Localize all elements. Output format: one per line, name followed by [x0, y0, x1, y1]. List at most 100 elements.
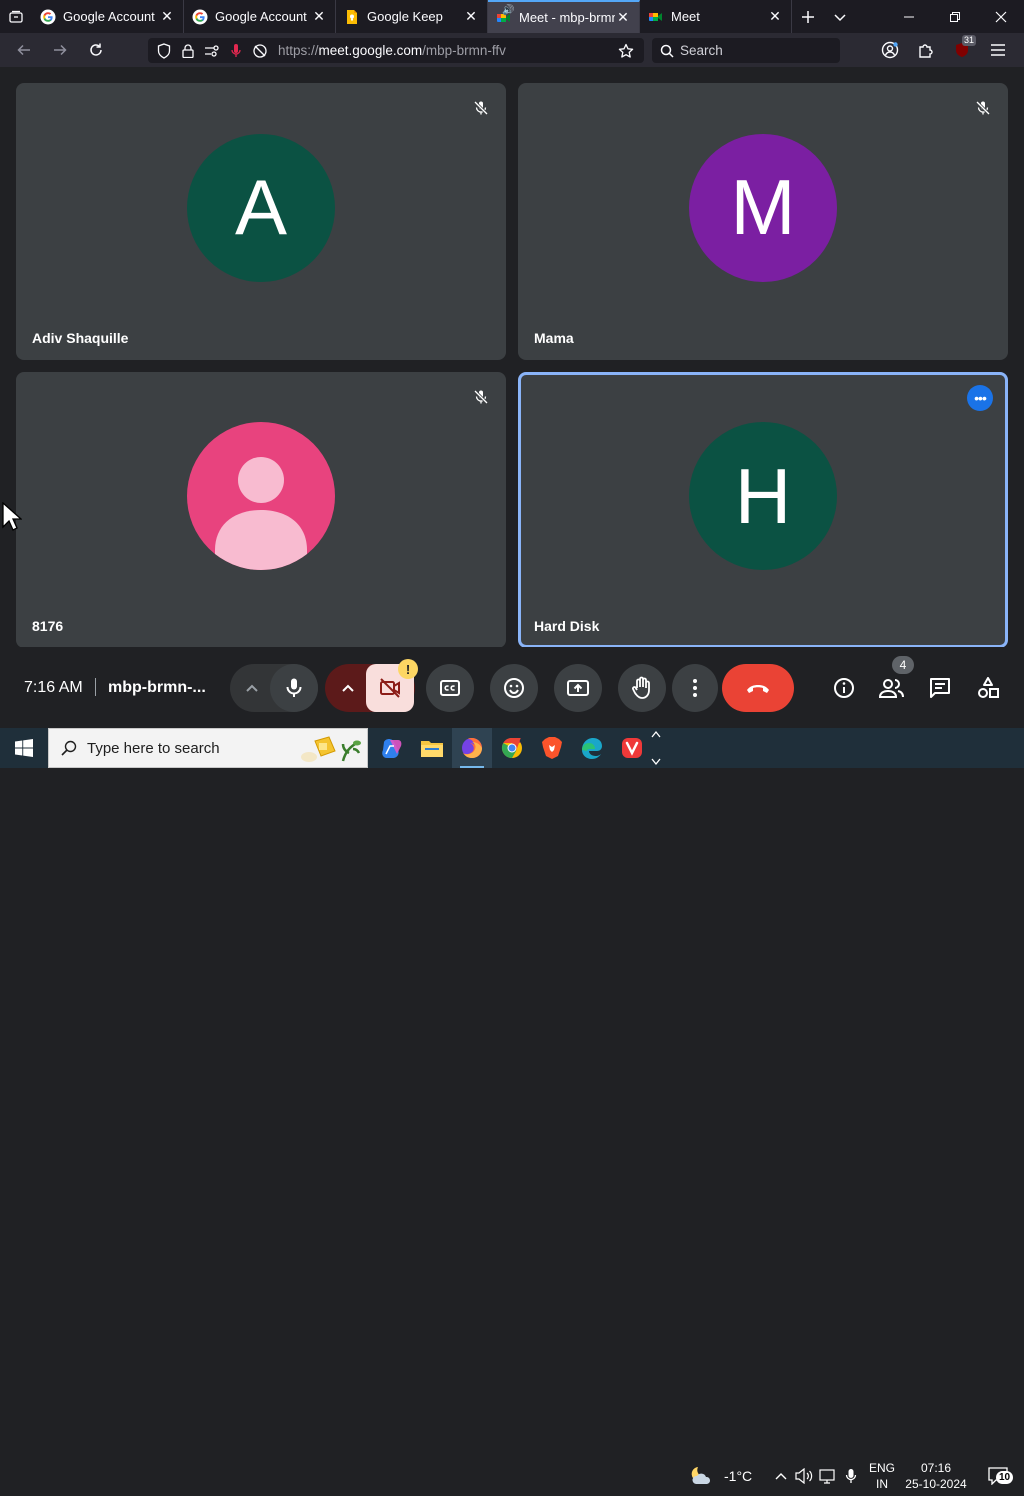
edge-browser-icon[interactable]	[572, 728, 612, 768]
lock-icon[interactable]	[176, 38, 200, 63]
browser-tab[interactable]: Google Keep ✕	[336, 0, 488, 33]
meeting-time: 7:16 AM	[24, 679, 83, 696]
browser-nav-bar: https://meet.google.com/mbp-brmn-ffv Sea…	[0, 33, 1024, 67]
activities-icon[interactable]	[972, 672, 1004, 704]
browser-tab[interactable]: Google Account ✕	[32, 0, 184, 33]
forward-arrow-icon[interactable]	[42, 33, 78, 67]
ublock-extension-icon[interactable]: 31	[944, 33, 980, 67]
microphone-in-use-icon[interactable]	[224, 38, 248, 63]
muted-mic-icon	[470, 97, 492, 119]
volume-icon[interactable]	[792, 1468, 816, 1484]
language-indicator[interactable]: ENG IN	[864, 1456, 900, 1496]
account-icon[interactable]	[872, 33, 908, 67]
tab-title: Google Account	[215, 9, 307, 24]
raise-hand-button[interactable]	[618, 664, 666, 712]
copilot-app-icon[interactable]	[372, 728, 412, 768]
new-tab-icon[interactable]	[792, 0, 824, 33]
audio-settings-chevron-icon[interactable]	[230, 664, 274, 712]
minimize-icon[interactable]	[886, 0, 932, 33]
present-screen-button[interactable]	[554, 664, 602, 712]
microphone-button[interactable]	[270, 664, 318, 712]
meet-control-bar: 7:16 AM mbp-brmn-... !	[0, 647, 1024, 728]
google-g-icon	[40, 9, 56, 25]
reload-icon[interactable]	[78, 33, 114, 67]
more-options-button[interactable]	[672, 664, 718, 712]
browser-tab[interactable]: Meet ✕	[640, 0, 792, 33]
camera-blocked-icon[interactable]	[248, 38, 272, 63]
search-icon	[660, 44, 674, 58]
language-region: IN	[876, 1477, 888, 1491]
microphone-tray-icon[interactable]	[840, 1468, 862, 1484]
close-tab-icon[interactable]: ✕	[767, 8, 783, 25]
hamburger-menu-icon[interactable]	[980, 33, 1016, 67]
firefox-app-icon[interactable]	[452, 728, 492, 768]
search-input[interactable]: Search	[652, 38, 840, 63]
tab-title: Google Account	[63, 9, 155, 24]
meeting-code[interactable]: mbp-brmn-...	[108, 679, 206, 697]
taskbar-scroll-arrows[interactable]	[648, 730, 664, 766]
weather-widget[interactable]: -1°C	[688, 1456, 752, 1496]
tab-title: Meet	[671, 9, 700, 24]
close-tab-icon[interactable]: ✕	[159, 8, 175, 25]
language-code: ENG	[868, 1461, 895, 1475]
close-window-icon[interactable]	[978, 0, 1024, 33]
participant-tile[interactable]: A Adiv Shaquille	[16, 83, 506, 360]
system-tray	[770, 1456, 862, 1496]
notification-count-badge: 10	[996, 1471, 1014, 1484]
leave-call-button[interactable]	[722, 664, 794, 712]
more-options-icon[interactable]: •••	[967, 385, 993, 411]
url-prefix: https://	[278, 43, 319, 58]
participant-tile[interactable]: 8176	[16, 372, 506, 648]
bookmark-star-icon[interactable]	[614, 38, 638, 63]
brave-app-icon[interactable]	[532, 728, 572, 768]
list-all-tabs-icon[interactable]	[0, 0, 32, 33]
notification-center-icon[interactable]: 10	[980, 1456, 1016, 1496]
captions-button[interactable]	[426, 664, 474, 712]
vivaldi-app-icon[interactable]	[612, 728, 652, 768]
tab-title: Google Keep	[367, 9, 443, 24]
clock[interactable]: 07:16 25-10-2024	[900, 1456, 972, 1496]
participant-avatar: H	[689, 422, 837, 570]
back-arrow-icon[interactable]	[6, 33, 42, 67]
browser-tab-active[interactable]: 🔊 Meet - mbp-brmn ✕	[488, 0, 640, 33]
close-tab-icon[interactable]: ✕	[463, 8, 479, 25]
close-tab-icon[interactable]: ✕	[311, 8, 327, 25]
chevron-up-icon[interactable]	[651, 730, 661, 738]
participant-name: Adiv Shaquille	[32, 330, 129, 346]
chevron-down-icon[interactable]	[651, 758, 661, 766]
reactions-button[interactable]	[490, 664, 538, 712]
hang-up-icon	[747, 685, 769, 693]
participant-avatar: M	[689, 133, 837, 282]
tracking-protection-shield-icon[interactable]	[152, 38, 176, 63]
participant-name: Hard Disk	[534, 618, 600, 634]
window-controls	[886, 0, 1024, 33]
close-tab-icon[interactable]: ✕	[615, 9, 631, 26]
url-text[interactable]: https://meet.google.com/mbp-brmn-ffv	[278, 43, 506, 58]
show-hidden-icons-icon[interactable]	[770, 1472, 792, 1480]
windows-start-icon[interactable]	[0, 728, 48, 768]
restore-icon[interactable]	[932, 0, 978, 33]
video-settings-chevron-icon[interactable]	[326, 664, 370, 712]
tab-title: Meet - mbp-brmn	[519, 10, 615, 25]
divider	[95, 678, 96, 696]
google-meet-icon	[648, 9, 664, 25]
tab-audio-icon[interactable]: 🔊	[502, 5, 514, 16]
address-bar[interactable]: https://meet.google.com/mbp-brmn-ffv	[148, 38, 644, 63]
taskbar-search-input[interactable]: Type here to search	[48, 728, 368, 768]
extensions-puzzle-icon[interactable]	[908, 33, 944, 67]
chat-icon[interactable]	[924, 672, 956, 704]
participant-avatar: A	[187, 133, 335, 282]
site-permissions-icon[interactable]	[200, 38, 224, 63]
search-highlight-illustration-icon	[297, 731, 361, 769]
meeting-details-icon[interactable]	[828, 672, 860, 704]
people-icon[interactable]	[876, 672, 908, 704]
extension-badge: 31	[961, 35, 976, 46]
file-explorer-icon[interactable]	[412, 728, 452, 768]
participant-tile[interactable]: M Mama	[518, 83, 1008, 360]
browser-tab[interactable]: Google Account ✕	[184, 0, 336, 33]
network-icon[interactable]	[816, 1468, 840, 1484]
participant-tile-speaking[interactable]: ••• H Hard Disk	[518, 372, 1008, 648]
chevron-down-icon[interactable]	[824, 0, 856, 33]
chrome-app-icon[interactable]	[492, 728, 532, 768]
participant-name: Mama	[534, 330, 574, 346]
